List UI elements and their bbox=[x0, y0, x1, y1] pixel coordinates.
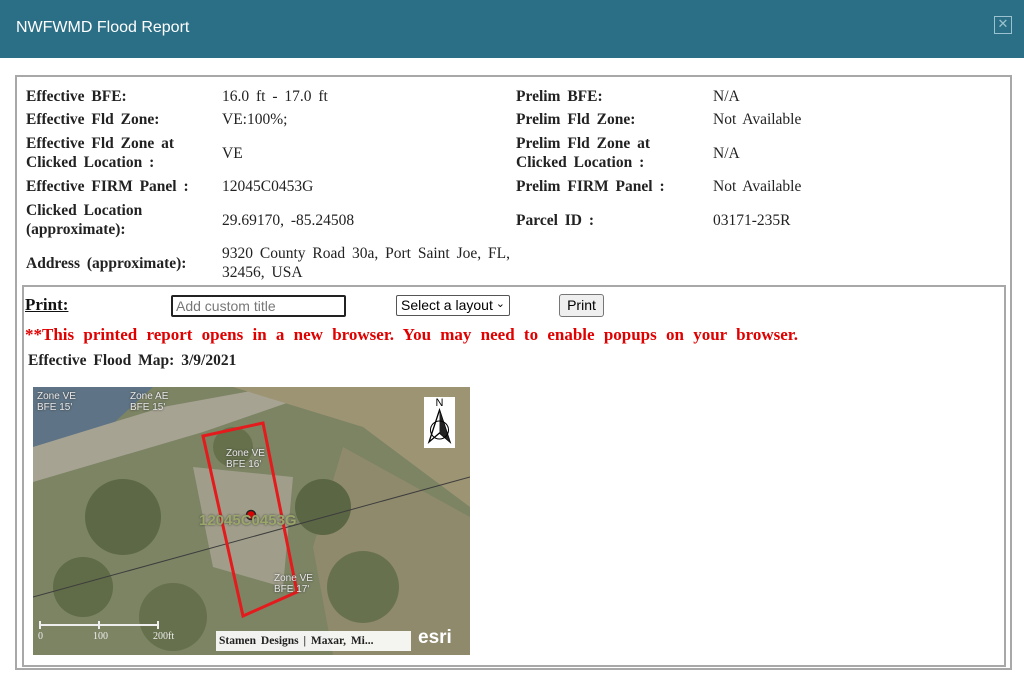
zone-label: Zone VE BFE 16' bbox=[226, 448, 265, 470]
effective-fld-zone-label: Effective Fld Zone: bbox=[26, 111, 160, 128]
prelim-bfe-value: N/A bbox=[713, 88, 740, 105]
effective-fld-zone-value: VE:100%; bbox=[222, 111, 288, 128]
dialog-title: NWFWMD Flood Report bbox=[16, 19, 190, 36]
effective-bfe-value: 16.0 ft - 17.0 ft bbox=[222, 88, 328, 105]
firm-panel-label: 12045C0453G bbox=[199, 512, 297, 529]
scale-label: 200ft bbox=[153, 631, 175, 642]
compass-icon bbox=[427, 407, 452, 445]
print-button[interactable]: Print bbox=[559, 294, 604, 317]
prelim-firm-panel-label: Prelim FIRM Panel : bbox=[516, 178, 665, 195]
scale-label: 100 bbox=[93, 631, 108, 642]
prelim-zone-at-location-value: N/A bbox=[713, 145, 740, 162]
effective-zone-at-location-value: VE bbox=[222, 145, 243, 162]
print-label: Print: bbox=[25, 295, 69, 314]
parcel-id-label: Parcel ID : bbox=[516, 212, 595, 229]
map-caption: Effective Flood Map: 3/9/2021 bbox=[28, 352, 237, 369]
effective-bfe-label: Effective BFE: bbox=[26, 88, 127, 105]
flood-map[interactable]: Zone VE BFE 15' Zone AE BFE 15' Zone VE BFE… bbox=[33, 387, 470, 655]
zone-label: Zone AE BFE 15' bbox=[130, 391, 169, 413]
prelim-fld-zone-label: Prelim Fld Zone: bbox=[516, 111, 636, 128]
prelim-zone-at-location-label: Prelim Fld Zone at Clicked Location : bbox=[516, 135, 650, 171]
map-attribution[interactable]: Stamen Designs | Maxar, Mi... bbox=[216, 631, 411, 651]
prelim-fld-zone-value: Not Available bbox=[713, 111, 802, 128]
prelim-firm-panel-value: Not Available bbox=[713, 178, 802, 195]
parcel-id-value: 03171-235R bbox=[713, 212, 791, 229]
clicked-location-value: 29.69170, -85.24508 bbox=[222, 212, 355, 229]
address-label: Address (approximate): bbox=[26, 255, 187, 272]
effective-firm-panel-value: 12045C0453G bbox=[222, 178, 314, 195]
clicked-location-label: Clicked Location (approximate): bbox=[26, 202, 143, 238]
effective-zone-at-location-label: Effective Fld Zone at Clicked Location : bbox=[26, 135, 175, 171]
dialog-header: NWFWMD Flood Report ✕ bbox=[0, 0, 1024, 58]
chevron-down-icon: ⌄ bbox=[495, 298, 505, 310]
address-value: 9320 County Road 30a, Port Saint Joe, FL… bbox=[222, 245, 510, 281]
popup-warning: **This printed report opens in a new bro… bbox=[25, 325, 799, 344]
scale-label: 0 bbox=[38, 631, 43, 642]
prelim-bfe-label: Prelim BFE: bbox=[516, 88, 603, 105]
close-icon[interactable]: ✕ bbox=[994, 16, 1012, 34]
custom-title-input[interactable] bbox=[171, 295, 346, 317]
north-arrow-icon: N bbox=[424, 397, 455, 448]
layout-select[interactable]: Select a layout ⌄ bbox=[396, 295, 510, 316]
effective-firm-panel-label: Effective FIRM Panel : bbox=[26, 178, 189, 195]
zone-label: Zone VE BFE 15' bbox=[37, 391, 76, 413]
esri-logo: esri bbox=[418, 627, 452, 648]
zone-label: Zone VE BFE 17' bbox=[274, 573, 313, 595]
layout-select-value: Select a layout bbox=[401, 297, 493, 313]
